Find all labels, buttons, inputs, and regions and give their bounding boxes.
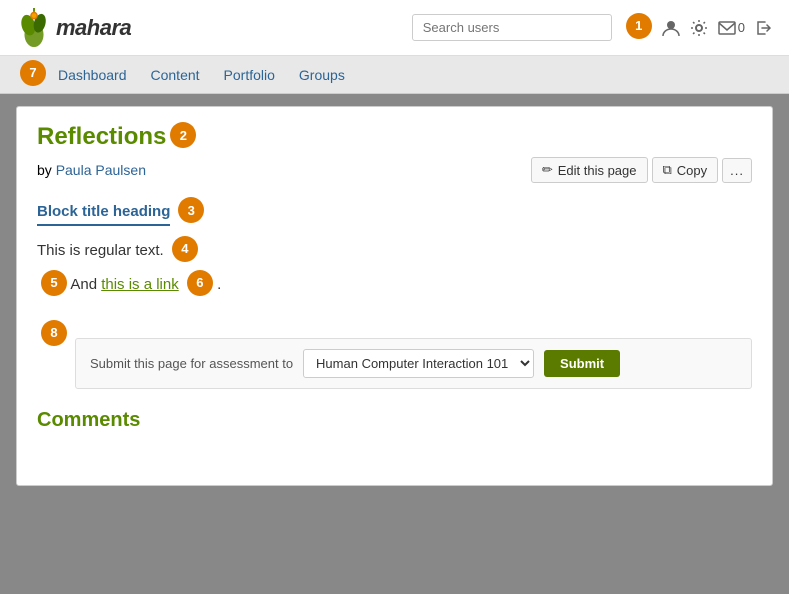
annotation-bubble-7: 7 bbox=[20, 60, 46, 86]
copy-icon: ⧉ bbox=[663, 162, 672, 178]
annotation-bubble-6: 6 bbox=[187, 270, 213, 296]
annotation-bubble-2: 2 bbox=[170, 122, 196, 148]
annotation-bubble-1: 1 bbox=[626, 13, 652, 39]
app-name: mahara bbox=[56, 15, 131, 41]
author-prefix: by bbox=[37, 162, 52, 178]
annotation-8-area: 8 Submit this page for assessment to Hum… bbox=[37, 314, 752, 401]
header-right: 1 0 bbox=[412, 14, 773, 41]
copy-page-button[interactable]: ⧉ Copy bbox=[652, 157, 719, 183]
submit-button[interactable]: Submit bbox=[544, 350, 620, 377]
action-buttons: ✏ Edit this page ⧉ Copy ... bbox=[531, 157, 752, 183]
submit-label: Submit this page for assessment to bbox=[90, 356, 293, 371]
regular-text: This is regular text. bbox=[37, 242, 164, 259]
regular-text-paragraph: This is regular text. 4 bbox=[37, 238, 752, 264]
page-title: Reflections bbox=[37, 123, 166, 151]
submit-bar: Submit this page for assessment to Human… bbox=[75, 338, 752, 389]
more-icon: ... bbox=[730, 163, 744, 178]
copy-label: Copy bbox=[677, 163, 707, 178]
settings-icon[interactable] bbox=[690, 19, 708, 37]
sidebar-item-groups[interactable]: Groups bbox=[287, 59, 357, 91]
page-title-row: Reflections 2 bbox=[37, 123, 752, 151]
sidebar-item-dashboard[interactable]: Dashboard bbox=[46, 59, 139, 91]
search-input[interactable] bbox=[412, 14, 612, 41]
page-card: Reflections 2 by Paula Paulsen ✏ Edit th… bbox=[16, 106, 773, 486]
pencil-icon: ✏ bbox=[542, 162, 553, 178]
link-text-paragraph: 5 And this is a link 6 . bbox=[37, 272, 752, 298]
link-suffix: . bbox=[217, 276, 221, 293]
mahara-logo-icon bbox=[16, 8, 52, 48]
course-select[interactable]: Human Computer Interaction 101 Other Cou… bbox=[303, 349, 534, 378]
inline-link[interactable]: this is a link bbox=[101, 276, 179, 293]
user-profile-icon[interactable] bbox=[662, 19, 680, 37]
annotation-bubble-3: 3 bbox=[178, 197, 204, 223]
header: mahara 1 0 bbox=[0, 0, 789, 56]
author-info: by Paula Paulsen bbox=[37, 162, 146, 178]
sidebar-item-content[interactable]: Content bbox=[139, 59, 212, 91]
main-wrapper: Reflections 2 by Paula Paulsen ✏ Edit th… bbox=[0, 94, 789, 498]
mail-badge[interactable]: 0 bbox=[718, 20, 745, 35]
sidebar-item-portfolio[interactable]: Portfolio bbox=[212, 59, 287, 91]
edit-page-button[interactable]: ✏ Edit this page bbox=[531, 157, 648, 183]
block-title-section: Block title heading 3 bbox=[37, 199, 752, 226]
more-options-button[interactable]: ... bbox=[722, 158, 752, 183]
block-title-heading: Block title heading bbox=[37, 203, 170, 226]
logo-area: mahara bbox=[16, 8, 131, 48]
edit-label: Edit this page bbox=[558, 163, 637, 178]
mail-count: 0 bbox=[738, 20, 745, 35]
logout-icon[interactable] bbox=[755, 19, 773, 37]
annotation-bubble-4: 4 bbox=[172, 236, 198, 262]
author-link[interactable]: Paula Paulsen bbox=[56, 162, 146, 178]
author-row: by Paula Paulsen ✏ Edit this page ⧉ Copy… bbox=[37, 157, 752, 183]
comments-section: Comments bbox=[37, 401, 752, 436]
annotation-bubble-5: 5 bbox=[41, 270, 67, 296]
nav-bar: 7 Dashboard Content Portfolio Groups bbox=[0, 56, 789, 94]
comments-title: Comments bbox=[37, 409, 752, 432]
annotation-bubble-8: 8 bbox=[41, 320, 67, 346]
link-prefix: And bbox=[70, 276, 101, 293]
